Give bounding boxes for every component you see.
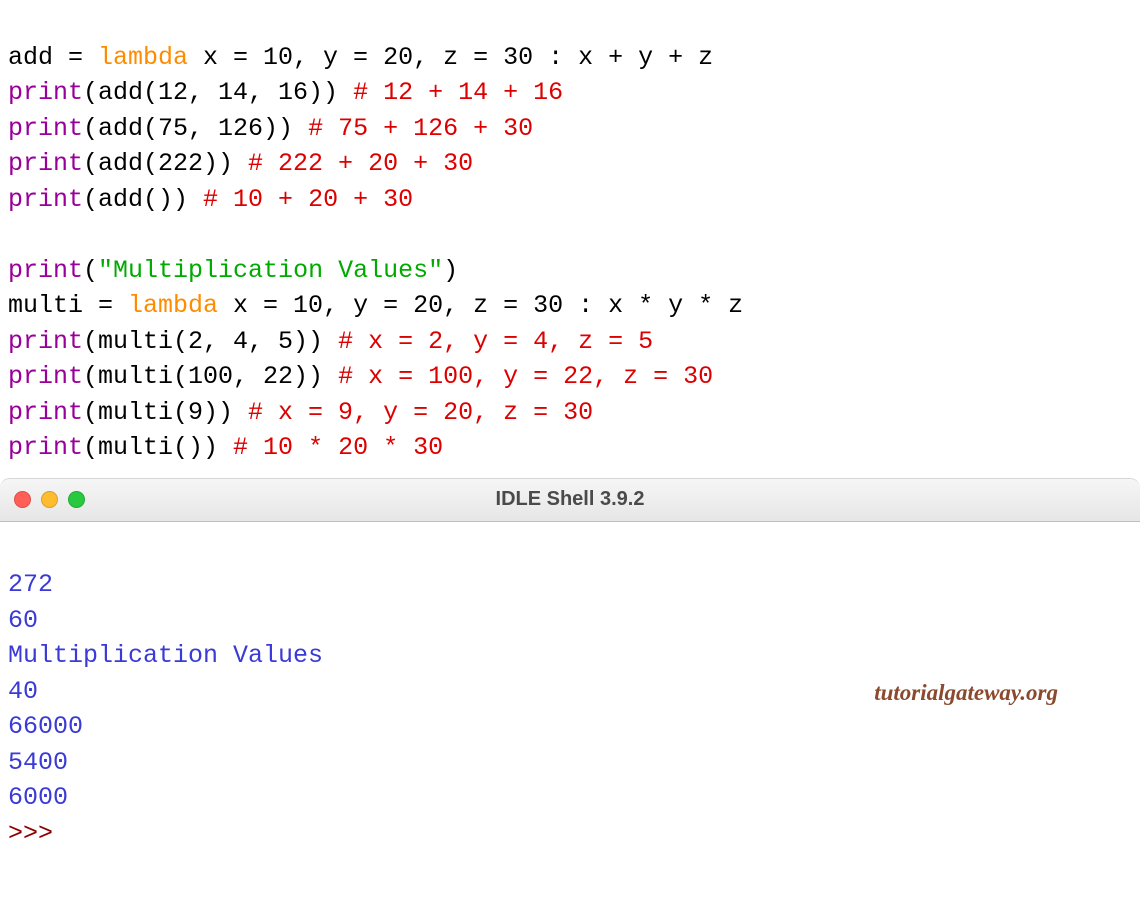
zoom-icon[interactable] bbox=[68, 491, 85, 508]
code-text: (add(12, 14, 16)) bbox=[83, 78, 353, 107]
code-text: (add(222)) bbox=[83, 149, 248, 178]
code-text: multi = bbox=[8, 291, 128, 320]
shell-prompt[interactable]: >>> bbox=[8, 819, 68, 848]
code-text: x = 10, y = 20, z = 30 : x + y + z bbox=[188, 43, 713, 72]
keyword-lambda: lambda bbox=[128, 291, 218, 320]
code-comment: # 222 + 20 + 30 bbox=[248, 149, 473, 178]
shell-line: 5400 bbox=[8, 748, 68, 777]
paren: ) bbox=[443, 256, 458, 285]
builtin-print: print bbox=[8, 362, 83, 391]
paren: ( bbox=[83, 256, 98, 285]
code-text: add = bbox=[8, 43, 98, 72]
code-text: (multi(9)) bbox=[83, 398, 248, 427]
keyword-lambda: lambda bbox=[98, 43, 188, 72]
traffic-lights bbox=[14, 491, 85, 508]
close-icon[interactable] bbox=[14, 491, 31, 508]
code-comment: # x = 9, y = 20, z = 30 bbox=[248, 398, 593, 427]
code-text: (add()) bbox=[83, 185, 203, 214]
code-comment: # 75 + 126 + 30 bbox=[308, 114, 533, 143]
builtin-print: print bbox=[8, 398, 83, 427]
code-text: (multi(2, 4, 5)) bbox=[83, 327, 338, 356]
shell-line: Multiplication Values bbox=[8, 641, 323, 670]
code-comment: # x = 2, y = 4, z = 5 bbox=[338, 327, 653, 356]
minimize-icon[interactable] bbox=[41, 491, 58, 508]
code-editor: add = lambda x = 10, y = 20, z = 30 : x … bbox=[0, 0, 1140, 478]
watermark: tutorialgateway.org bbox=[874, 677, 1058, 710]
code-comment: # x = 100, y = 22, z = 30 bbox=[338, 362, 713, 391]
code-comment: # 10 * 20 * 30 bbox=[233, 433, 443, 462]
builtin-print: print bbox=[8, 114, 83, 143]
code-comment: # 12 + 14 + 16 bbox=[353, 78, 563, 107]
code-text: (multi()) bbox=[83, 433, 233, 462]
builtin-print: print bbox=[8, 149, 83, 178]
shell-line: 6000 bbox=[8, 783, 68, 812]
builtin-print: print bbox=[8, 256, 83, 285]
code-comment: # 10 + 20 + 30 bbox=[203, 185, 413, 214]
builtin-print: print bbox=[8, 185, 83, 214]
builtin-print: print bbox=[8, 327, 83, 356]
builtin-print: print bbox=[8, 78, 83, 107]
shell-line: 60 bbox=[8, 606, 38, 635]
code-text: (add(75, 126)) bbox=[83, 114, 308, 143]
string-literal: "Multiplication Values" bbox=[98, 256, 443, 285]
window-title: IDLE Shell 3.9.2 bbox=[0, 485, 1140, 513]
window-titlebar: IDLE Shell 3.9.2 bbox=[0, 478, 1140, 522]
code-text: (multi(100, 22)) bbox=[83, 362, 338, 391]
shell-line: 40 bbox=[8, 677, 38, 706]
builtin-print: print bbox=[8, 433, 83, 462]
code-text: x = 10, y = 20, z = 30 : x * y * z bbox=[218, 291, 743, 320]
shell-line: 272 bbox=[8, 570, 53, 599]
shell-line: 66000 bbox=[8, 712, 83, 741]
